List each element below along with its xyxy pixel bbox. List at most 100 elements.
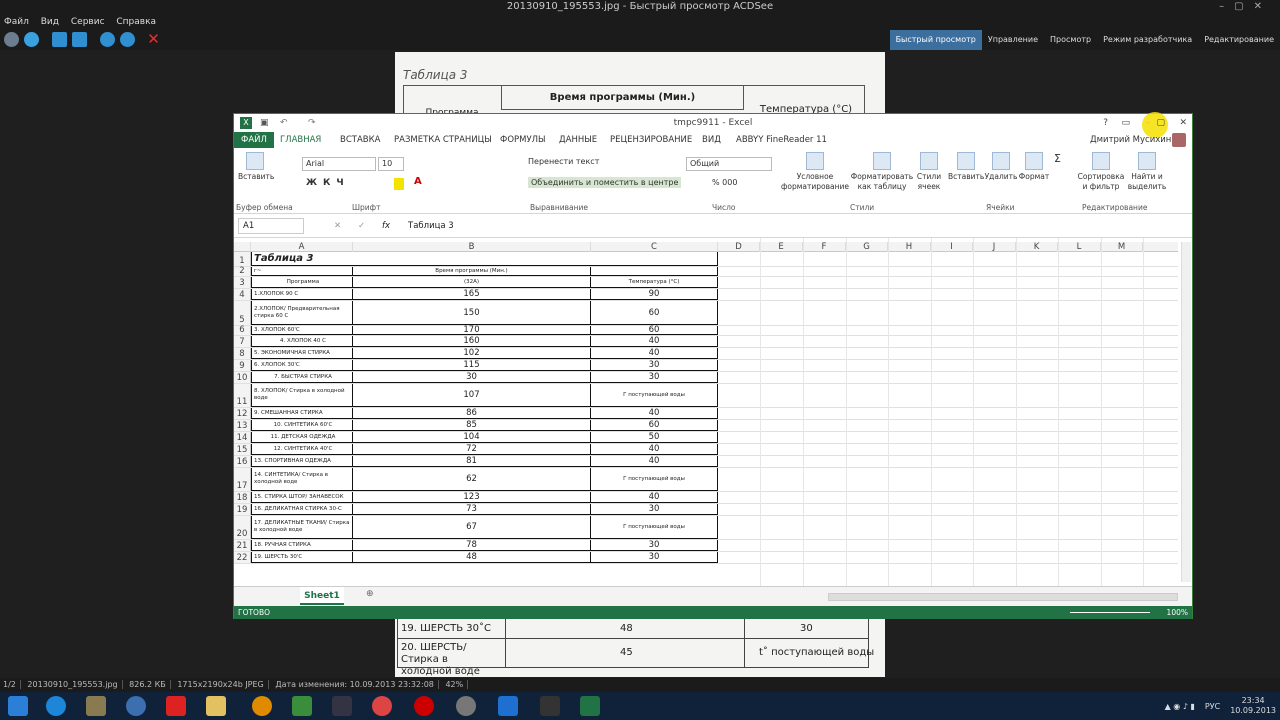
row-number[interactable]: 5 [234,301,251,325]
row-number[interactable]: 21 [234,540,251,551]
close-icon[interactable]: ✕ [1179,114,1187,132]
tab-insert[interactable]: ВСТАВКА [340,132,380,148]
name-box[interactable]: A1 [238,218,304,234]
find-select-button[interactable]: Найти и выделить [1126,152,1168,192]
cell-program[interactable]: 9. СМЕШАННАЯ СТИРКА [251,408,353,419]
font-size-select[interactable]: 10 [378,157,404,171]
cell-temperature[interactable] [591,267,718,276]
column-header-L[interactable]: L [1058,242,1101,252]
player-icon[interactable] [498,696,518,716]
row-number[interactable]: 22 [234,552,251,563]
avast-icon[interactable] [252,696,272,716]
clock-time[interactable]: 23:34 [1230,696,1276,706]
cell-temperature[interactable]: 40 [591,348,718,359]
select-all-corner[interactable] [234,242,251,252]
cell-program[interactable]: 8. ХЛОПОК/ Стирка в холодной воде [251,384,353,407]
mode-quick-view[interactable]: Быстрый просмотр [889,30,982,50]
row-number[interactable]: 12 [234,408,251,419]
column-header-E[interactable]: E [760,242,803,252]
cell-styles-button[interactable]: Стили ячеек [912,152,946,192]
column-header-F[interactable]: F [803,242,846,252]
row-number[interactable]: 1 [234,252,251,266]
cell-temperature[interactable]: 40 [591,336,718,347]
menu-tools[interactable]: Сервис [71,17,105,27]
cell-program[interactable]: 5. ЭКОНОМИЧНАЯ СТИРКА [251,348,353,359]
row-number[interactable]: 18 [234,492,251,503]
column-header-D[interactable]: D [718,242,760,252]
maximize-icon[interactable]: ▢ [1156,114,1165,132]
cell-time[interactable]: 170 [353,325,591,335]
paste-button[interactable]: Вставить [238,152,274,182]
font-style-buttons[interactable]: ЖКЧ [306,178,350,188]
window-controls[interactable]: –▢✕ [1219,0,1272,14]
mode-edit[interactable]: Редактирование [1198,30,1280,50]
cell-time[interactable]: 85 [353,420,591,431]
row-number[interactable]: 10 [234,372,251,383]
autosum-icon[interactable]: Σ [1054,152,1061,165]
cell-time[interactable]: 150 [353,301,591,325]
cell-time[interactable]: 73 [353,504,591,515]
cell-program[interactable]: 17. ДЕЛИКАТНЫЕ ТКАНИ/ Стирка в холодной … [251,516,353,539]
redo-icon[interactable]: ↷ [308,114,316,132]
delete-icon[interactable]: ✕ [146,32,161,47]
row-number[interactable]: 17 [234,468,251,491]
row-number[interactable]: 3 [234,277,251,288]
tab-data[interactable]: ДАННЫЕ [559,132,597,148]
row-number[interactable]: 20 [234,516,251,539]
cell-temperature[interactable]: 30 [591,504,718,515]
column-header-M[interactable]: M [1101,242,1143,252]
wrap-text-button[interactable]: Перенести текст [528,157,599,166]
media-icon[interactable] [456,696,476,716]
cell-program[interactable]: 11. ДЕТСКАЯ ОДЕЖДА [251,432,353,443]
cell-time[interactable]: 160 [353,336,591,347]
cell-time[interactable]: 67 [353,516,591,539]
formula-input[interactable]: Таблица 3 [408,214,454,238]
sort-filter-button[interactable]: Сортировка и фильтр [1076,152,1126,192]
tab-abbyy[interactable]: ABBYY FineReader 11 [736,132,827,148]
row-number[interactable]: 16 [234,456,251,467]
zoom-slider[interactable] [1070,612,1150,613]
start-icon[interactable] [8,696,28,716]
row-number[interactable]: 2 [234,266,251,276]
clock-date[interactable]: 10.09.2013 [1230,706,1276,716]
cell-temperature[interactable]: 90 [591,289,718,300]
row-number[interactable]: 15 [234,444,251,455]
percent-icon[interactable]: % 000 [712,178,737,187]
cell-time[interactable]: 78 [353,540,591,551]
cell-temperature[interactable]: Г поступающей воды [591,516,718,539]
add-sheet-icon[interactable]: ⊕ [366,589,374,599]
row-number[interactable]: 7 [234,336,251,347]
cell-temperature[interactable]: 60 [591,325,718,335]
cell-temperature[interactable]: 60 [591,301,718,325]
cell-time[interactable]: 72 [353,444,591,455]
language-indicator[interactable]: РУС [1205,702,1220,711]
cell-temperature[interactable]: Г поступающей воды [591,468,718,491]
vertical-scrollbar[interactable] [1181,242,1191,582]
help-icon[interactable]: ? [1103,114,1108,132]
tab-review[interactable]: РЕЦЕНЗИРОВАНИЕ [610,132,692,148]
undo-icon[interactable]: ↶ [280,114,288,132]
cell-temperature[interactable]: 60 [591,420,718,431]
cell-temperature[interactable]: 40 [591,492,718,503]
cell-temperature[interactable]: 40 [591,444,718,455]
cell-temperature[interactable]: 50 [591,432,718,443]
cell-a1-title[interactable]: Таблица 3 [251,252,718,266]
conditional-formatting-button[interactable]: Условное форматирование [778,152,852,192]
cell-temperature[interactable]: 40 [591,456,718,467]
cell-time[interactable]: 107 [353,384,591,407]
cell-temperature[interactable]: 30 [591,360,718,371]
cell-program[interactable]: 19. ШЕРСТЬ 30'С [251,552,353,563]
horizontal-scrollbar[interactable] [828,593,1178,601]
cell-time[interactable]: 123 [353,492,591,503]
user-name[interactable]: Дмитрий Мусихин [1090,132,1171,148]
sync-icon[interactable] [126,696,146,716]
cell-time[interactable]: 165 [353,289,591,300]
cell-program[interactable]: г~ [251,267,353,276]
cell-time[interactable]: 86 [353,408,591,419]
enter-icon[interactable]: ✓ [358,214,365,238]
cell-program[interactable]: 6. ХЛОПОК 30'С [251,360,353,371]
cell-program[interactable]: 2.ХЛОПОК/ Предварительная стирка 60 С [251,301,353,325]
zoom-in-icon[interactable] [100,32,115,47]
tool-icon[interactable] [292,696,312,716]
cell-time[interactable]: 48 [353,552,591,563]
